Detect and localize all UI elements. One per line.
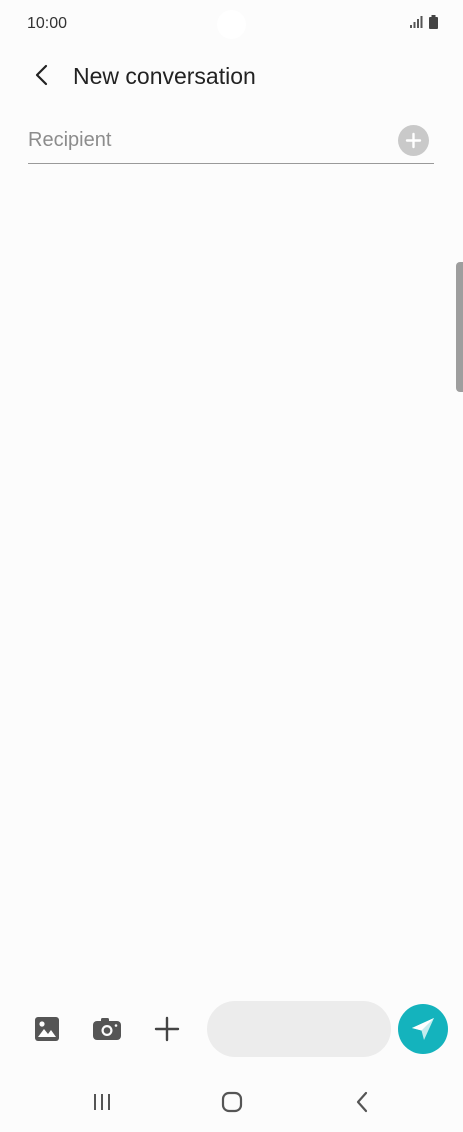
back-button[interactable]	[24, 57, 60, 93]
back-icon	[356, 1091, 368, 1113]
page-title: New conversation	[73, 63, 256, 89]
recents-icon	[94, 1094, 110, 1110]
plus-icon	[154, 1016, 180, 1042]
nav-home-button[interactable]	[214, 1084, 250, 1120]
signal-icon	[410, 15, 423, 33]
nav-back-button[interactable]	[344, 1084, 380, 1120]
camera-cutout	[217, 10, 246, 39]
recipient-row	[28, 120, 434, 164]
attach-image-button[interactable]	[30, 1012, 64, 1046]
send-icon	[412, 1018, 434, 1040]
camera-icon	[93, 1018, 121, 1040]
home-icon	[221, 1091, 243, 1113]
message-input[interactable]	[207, 1001, 391, 1057]
nav-recents-button[interactable]	[84, 1084, 120, 1120]
plus-circle-icon	[405, 132, 422, 149]
battery-icon	[429, 14, 438, 34]
message-field[interactable]	[207, 1001, 391, 1057]
add-recipient-button[interactable]	[398, 125, 429, 156]
status-icons	[410, 14, 438, 34]
status-time: 10:00	[27, 15, 68, 32]
attach-camera-button[interactable]	[90, 1012, 124, 1046]
image-icon	[35, 1017, 59, 1041]
send-button[interactable]	[398, 1004, 448, 1054]
chevron-left-icon	[35, 64, 48, 86]
scroll-handle[interactable]	[456, 262, 463, 392]
recipient-input[interactable]	[28, 120, 388, 160]
more-options-button[interactable]	[150, 1012, 184, 1046]
